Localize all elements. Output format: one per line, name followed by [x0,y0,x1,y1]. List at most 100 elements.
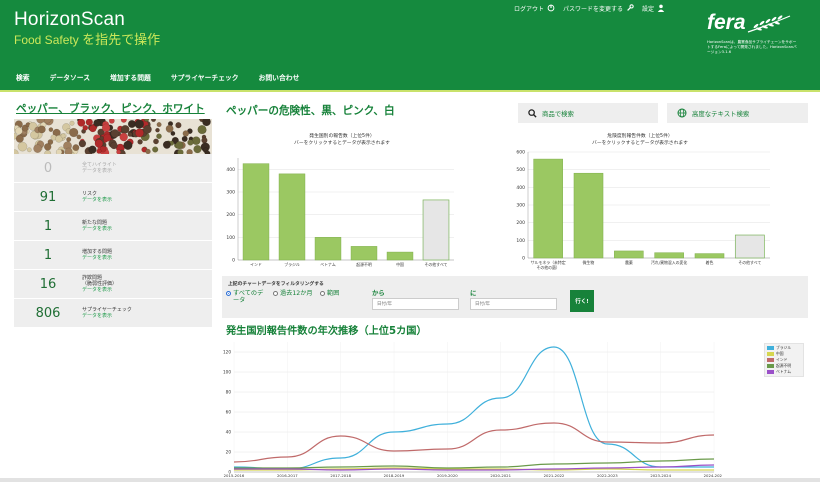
stat-emerging-issues[interactable]: 1 増加する問題 データを表示 [14,241,212,270]
legend-item[interactable]: ベトナム [767,369,801,375]
x-tick-label: 農薬 [625,260,633,265]
from-date-input[interactable] [372,298,459,310]
main-nav: 検索 データソース 増加する問題 サプライヤーチェック お問い合わせ [16,72,319,82]
y-tick-label: 500 [516,167,525,173]
radio-dot[interactable] [320,291,325,296]
x-tick-label: 微生物 [583,260,595,265]
peppercorn [175,141,184,150]
peppercorn [96,148,102,154]
advanced-text-search-button[interactable]: 高度なテキスト検索 [667,103,808,123]
stat-value: 16 [39,276,57,292]
peppercorn [197,125,207,135]
to-date-input[interactable] [470,298,557,310]
nav-search[interactable]: 検索 [16,72,30,82]
stat-risks[interactable]: 91 リスク データを表示 [14,183,212,212]
stat-all-highlights[interactable]: 0 全てハイライト データを表示 [14,154,212,183]
peppercorn [120,119,127,123]
y-tick-label: 100 [516,238,525,244]
peppercorn [175,122,182,129]
peppercorn [137,139,143,145]
settings-button[interactable]: 設定 [642,4,665,13]
peppercorn [165,124,174,133]
peppercorn [88,145,97,154]
fera-description: HorizonScanは、農業食品サプライチェーンをサポートするFeraによって… [707,40,797,55]
peppercorn [116,149,121,154]
radio-last-12-months-label: 過去12か月 [280,290,313,297]
view-data-link[interactable]: データを表示 [82,226,112,232]
peppercorn [177,149,184,154]
peppercorn [119,132,128,142]
bar [278,173,306,261]
stat-fraud-issues[interactable]: 16 詐欺問題 （脆弱性評価） データを表示 [14,270,212,299]
view-data-link[interactable]: データを表示 [82,197,112,203]
view-data-link[interactable]: データを表示 [82,168,117,174]
wrench-icon [627,4,634,11]
peppercorn [37,125,46,134]
legend-label: ベトナム [776,369,792,374]
peppercorn [182,130,190,137]
peppercorn [77,119,86,127]
nav-emerging-issues[interactable]: 増加する問題 [110,72,151,82]
x-tick-label: その他すべて [425,262,448,267]
view-data-link[interactable]: データを表示 [82,313,132,319]
user-icon [657,4,665,12]
radio-all-data[interactable]: すべてのデ ータ [226,290,263,304]
nav-supplier-check[interactable]: サプライヤーチェック [171,72,239,82]
peppercorn [145,148,151,154]
logout-button[interactable]: ログアウト [514,4,555,13]
bar [614,250,644,259]
x-tick-label: 中国 [396,262,404,267]
radio-dot-selected[interactable] [226,291,231,296]
peppercorn [156,133,162,140]
filter-label: 上記のチャートデータをフィルタリングする [228,282,324,287]
hazard-bar-chart: 危険度別報告件数（上位5件） バーをクリックするとデータが表示されます 0 100… [500,128,780,273]
trend-chart-title: 発生国別報告件数の年次推移（上位5カ国） [226,326,427,337]
y-tick-label: 0 [522,256,525,262]
peppercorn [181,135,188,142]
stat-new-issues[interactable]: 1 新たな問題 データを表示 [14,212,212,241]
radio-range[interactable]: 範囲 [320,290,339,297]
peppercorn [26,147,32,153]
bottom-scroll-strip[interactable] [0,478,820,482]
commodity-title[interactable]: ペッパー、ブラック、ピンク、ホワイト [14,101,212,117]
legend-swatch [767,358,774,362]
logout-label: ログアウト [514,5,545,13]
stat-value: 1 [43,218,53,234]
chart-filter-panel: 上記のチャートデータをフィルタリングする すべてのデ ータ 過去12か月 範囲 [222,276,808,318]
peppercorn [44,150,52,154]
x-tick-label: その他の菌） [536,265,559,270]
peppercorn [15,127,23,135]
radio-dot[interactable] [273,291,278,296]
fera-logo[interactable]: fera [707,12,817,34]
bar [386,251,414,261]
bar [350,246,378,261]
to-label: に [470,289,477,297]
peppercorn [103,133,112,142]
nav-contact[interactable]: お問い合わせ [259,72,300,82]
peppercorn [151,119,156,122]
stat-value: 91 [39,189,57,205]
peppercorn [94,139,104,148]
brand[interactable]: HorizonScan Food Safety を指先で操作 [14,10,160,48]
nav-data-sources[interactable]: データソース [50,72,90,82]
change-password-button[interactable]: パスワードを変更する [563,4,634,13]
bar [694,253,725,259]
peppercorn [127,131,133,137]
peppercorn [134,119,144,129]
bar [573,172,604,259]
peppercorn [85,119,93,126]
stat-supplier-check[interactable]: 806 サプライヤーチェック データを表示 [14,299,212,328]
go-button[interactable]: 行く! [570,290,594,312]
search-by-product-button[interactable]: 商品で検索 [518,103,658,123]
bar [533,158,563,259]
view-data-link[interactable]: データを表示 [82,255,112,261]
x-tick-label: インド [250,262,262,267]
change-password-label: パスワードを変更する [563,5,624,13]
view-data-link[interactable]: データを表示 [82,287,117,293]
peppercorn [17,141,28,152]
radio-last-12-months[interactable]: 過去12か月 [273,290,313,297]
peppercorn [66,137,72,143]
app-header: HorizonScan Food Safety を指先で操作 ログアウト パスワ… [0,0,820,90]
peppercorn [187,139,194,146]
search-by-product-label: 商品で検索 [542,109,574,118]
